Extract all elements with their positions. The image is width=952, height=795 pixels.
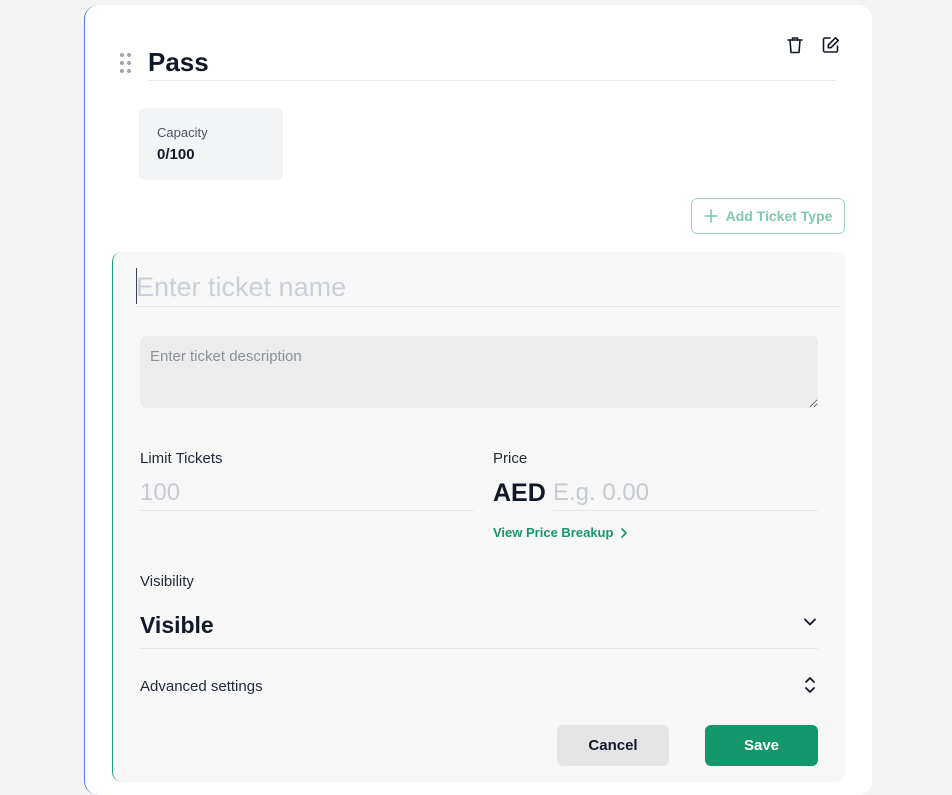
add-ticket-type-label: Add Ticket Type xyxy=(725,208,833,224)
ticket-name-input[interactable] xyxy=(136,268,840,306)
visibility-select[interactable]: Visible xyxy=(140,604,818,649)
ticket-description-input[interactable] xyxy=(140,336,818,408)
chevron-down-icon xyxy=(804,618,816,626)
limit-tickets-label: Limit Tickets xyxy=(140,450,223,467)
price-input[interactable] xyxy=(553,476,818,510)
edit-icon[interactable] xyxy=(820,34,842,56)
limit-tickets-input[interactable] xyxy=(140,476,474,510)
view-price-breakup-link[interactable]: View Price Breakup xyxy=(493,525,628,540)
save-button[interactable]: Save xyxy=(705,725,818,766)
cancel-button[interactable]: Cancel xyxy=(557,725,669,766)
drag-handle-icon[interactable] xyxy=(120,53,132,75)
capacity-label: Capacity xyxy=(157,125,208,140)
price-label: Price xyxy=(493,450,528,467)
pass-title: Pass xyxy=(148,47,209,77)
text-cursor xyxy=(136,268,137,304)
add-ticket-type-button[interactable]: Add Ticket Type xyxy=(691,198,845,234)
limit-tickets-field xyxy=(140,476,474,511)
pass-title-row: Pass xyxy=(148,44,836,81)
chevron-up-down-icon xyxy=(805,677,815,693)
advanced-settings-label: Advanced settings xyxy=(140,678,263,695)
price-field xyxy=(553,476,818,511)
currency-label: AED xyxy=(493,479,546,507)
capacity-value: 0/100 xyxy=(157,146,195,163)
ticket-name-field xyxy=(136,268,840,307)
capacity-box: Capacity 0/100 xyxy=(139,108,283,180)
advanced-settings-toggle[interactable]: Advanced settings xyxy=(140,672,818,702)
visibility-label: Visibility xyxy=(140,573,194,590)
chevron-right-icon xyxy=(621,527,628,538)
trash-icon[interactable] xyxy=(784,34,806,56)
ticket-form-panel xyxy=(112,252,845,782)
visibility-value: Visible xyxy=(140,612,214,638)
plus-icon xyxy=(703,209,718,223)
view-price-breakup-label: View Price Breakup xyxy=(493,525,614,540)
